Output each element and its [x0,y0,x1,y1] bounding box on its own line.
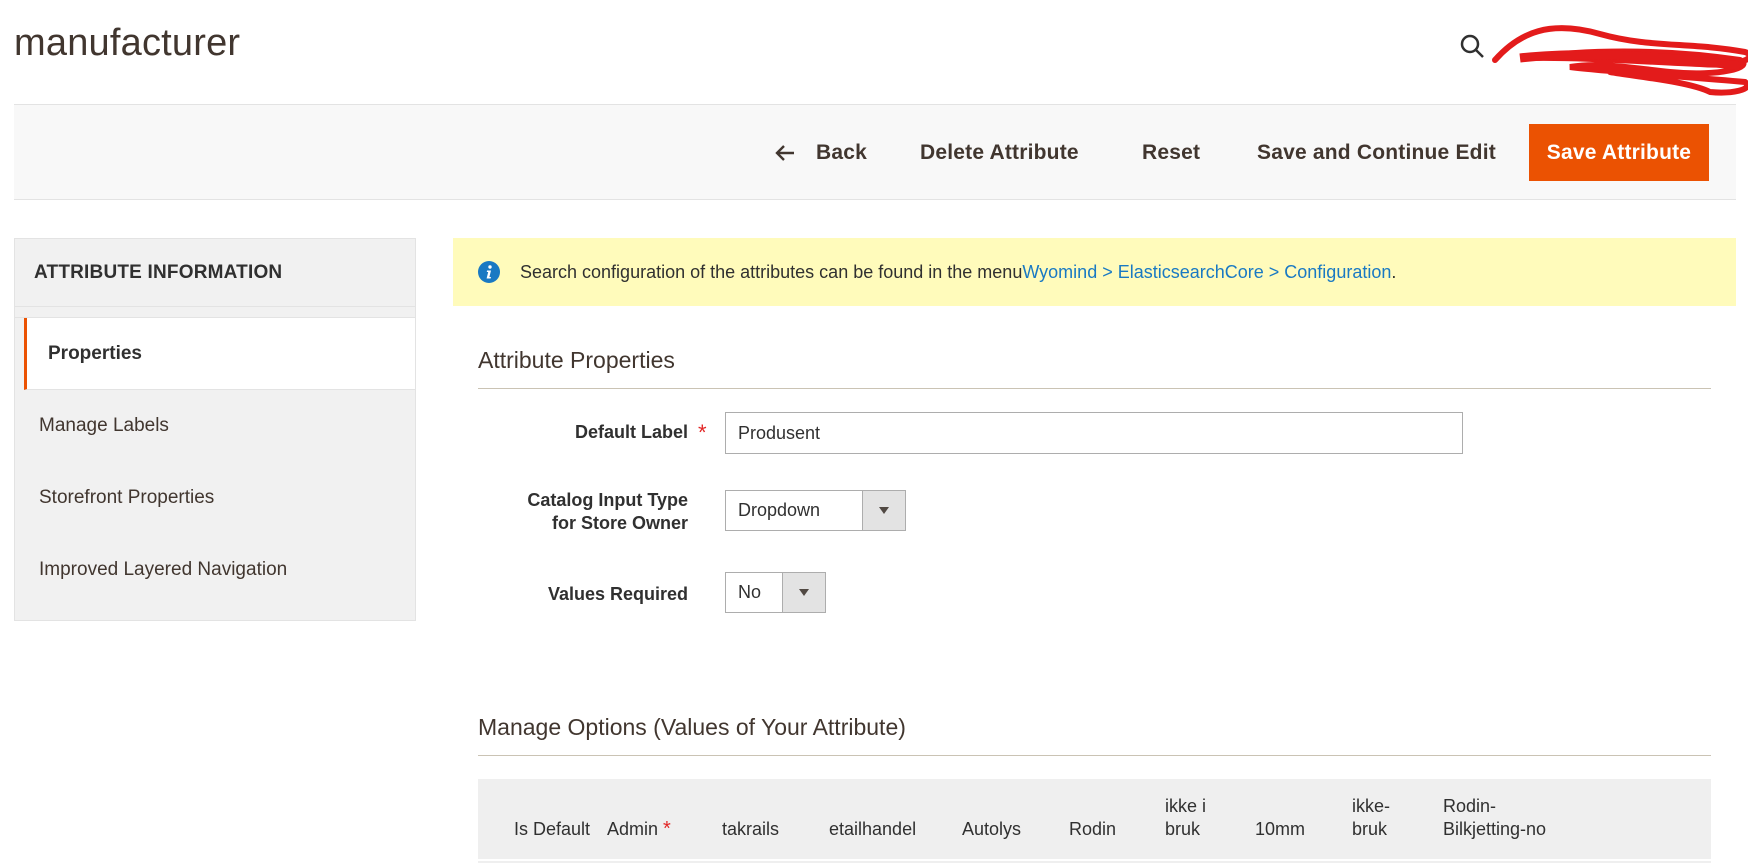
column-rodin-bilkjetting-no: Rodin- Bilkjetting-no [1443,796,1547,839]
catalog-input-type-select[interactable]: Dropdown [725,490,906,531]
values-required-label: Values Required [547,584,688,604]
values-required-select[interactable]: No [725,572,826,613]
column-admin: Admin * [607,818,671,840]
column-is-default: Is Default [514,819,591,839]
catalog-input-type-label: Catalog Input Type for Store Owner [480,489,688,535]
save-attribute-button[interactable]: Save Attribute [1529,124,1709,181]
notice-configuration-link[interactable]: Wyomind > ElasticsearchCore > Configurat… [1022,262,1391,283]
required-star: * [698,420,707,445]
info-notice: Search configuration of the attributes c… [453,238,1736,306]
options-table-header: Is Default Admin * takrails etailhandel … [478,779,1711,861]
page-actions-toolbar: Back Delete Attribute Reset Save and Con… [14,104,1736,200]
column-ikke-bruk: ikke-bruk [1352,796,1391,839]
notice-suffix: . [1391,261,1397,282]
search-icon[interactable] [1458,32,1488,62]
back-label: Back [816,141,868,164]
section-divider [478,388,1711,389]
manage-options-title: Manage Options (Values of Your Attribute… [478,714,906,740]
column-ikke-i-bruk: ikke i bruk [1165,796,1207,839]
column-10mm: 10mm [1255,819,1306,839]
sidebar-item-properties[interactable]: Properties [24,318,415,390]
delete-attribute-button[interactable]: Delete Attribute [920,105,1079,201]
redaction-scribble [1490,22,1748,102]
default-label-input[interactable] [725,412,1463,454]
arrow-left-icon [774,142,796,164]
column-takrails: takrails [722,819,780,839]
chevron-down-icon [862,491,905,530]
notice-text: Search configuration of the attributes c… [520,261,1023,282]
catalog-input-type-label-line2: for Store Owner [551,513,688,533]
sidebar-divider [15,307,415,318]
catalog-input-type-value: Dropdown [738,500,821,520]
chevron-down-icon [782,573,825,612]
info-icon [478,261,500,283]
sidebar-item-manage-labels[interactable]: Manage Labels [15,390,415,462]
attribute-properties-title: Attribute Properties [478,347,675,373]
sidebar-title: ATTRIBUTE INFORMATION [15,239,415,307]
catalog-input-type-label-line1: Catalog Input Type [527,490,688,510]
column-autolys: Autolys [962,819,1022,839]
section-divider [478,755,1711,756]
reset-button[interactable]: Reset [1142,105,1200,201]
attribute-information-sidebar: ATTRIBUTE INFORMATION Properties Manage … [14,238,416,621]
sidebar-item-improved-layered-navigation[interactable]: Improved Layered Navigation [15,534,415,606]
sidebar-item-storefront-properties[interactable]: Storefront Properties [15,462,415,534]
default-label-label: Default Label [574,422,688,442]
column-etailhandel: etailhandel [829,819,917,839]
save-and-continue-button[interactable]: Save and Continue Edit [1257,105,1496,201]
column-rodin: Rodin [1069,819,1117,839]
page-title: manufacturer [14,22,241,64]
back-button[interactable]: Back [774,105,867,201]
header-actions [1450,22,1748,96]
values-required-value: No [738,582,762,602]
required-star: * [663,818,671,840]
